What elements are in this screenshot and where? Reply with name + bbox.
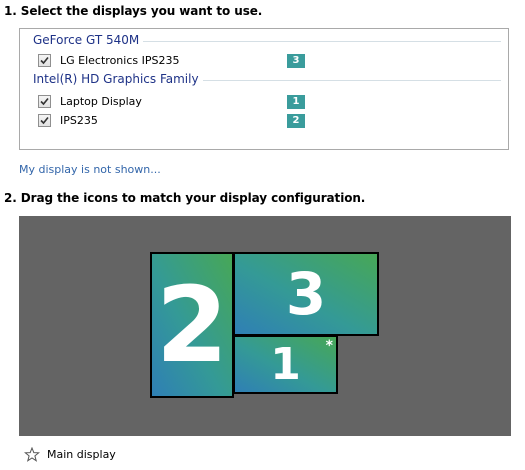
display-checkbox[interactable] [38,114,51,127]
display-label: Laptop Display [60,95,142,108]
display-number-badge: 2 [287,114,305,128]
display-checkbox[interactable] [38,54,51,67]
display-label: LG Electronics IPS235 [60,54,180,67]
monitor-2-icon[interactable]: 2 [150,252,234,398]
checkmark-icon [40,97,49,106]
display-row-lg-electronics[interactable]: LG Electronics IPS235 3 [38,53,488,69]
star-icon [24,447,40,462]
display-label: IPS235 [60,114,98,127]
monitor-1-icon[interactable]: 1 * [233,335,338,394]
display-row-ips235[interactable]: IPS235 2 [38,113,488,129]
step2-title: 2. Drag the icons to match your display … [4,191,366,205]
display-number-badge: 1 [287,95,305,109]
display-arrangement-area[interactable]: 2 3 1 * [19,216,511,436]
main-display-marker: * [325,338,333,354]
my-display-not-shown-link[interactable]: My display is not shown... [19,163,161,176]
step1-title: 1. Select the displays you want to use. [4,4,263,18]
display-checkbox[interactable] [38,95,51,108]
monitor-number: 2 [155,264,229,386]
monitor-3-icon[interactable]: 3 [233,252,379,336]
monitor-number: 3 [285,260,327,328]
group-header-intel: Intel(R) HD Graphics Family [33,72,203,86]
checkmark-icon [40,56,49,65]
display-row-laptop-display[interactable]: Laptop Display 1 [38,94,488,110]
group-header-geforce: GeForce GT 540M [33,33,144,47]
display-number-badge: 3 [287,54,305,68]
monitor-number: 1 [270,338,301,390]
checkmark-icon [40,116,49,125]
display-list: GeForce GT 540M LG Electronics IPS235 3 … [19,28,509,150]
legend-label: Main display [47,448,116,461]
